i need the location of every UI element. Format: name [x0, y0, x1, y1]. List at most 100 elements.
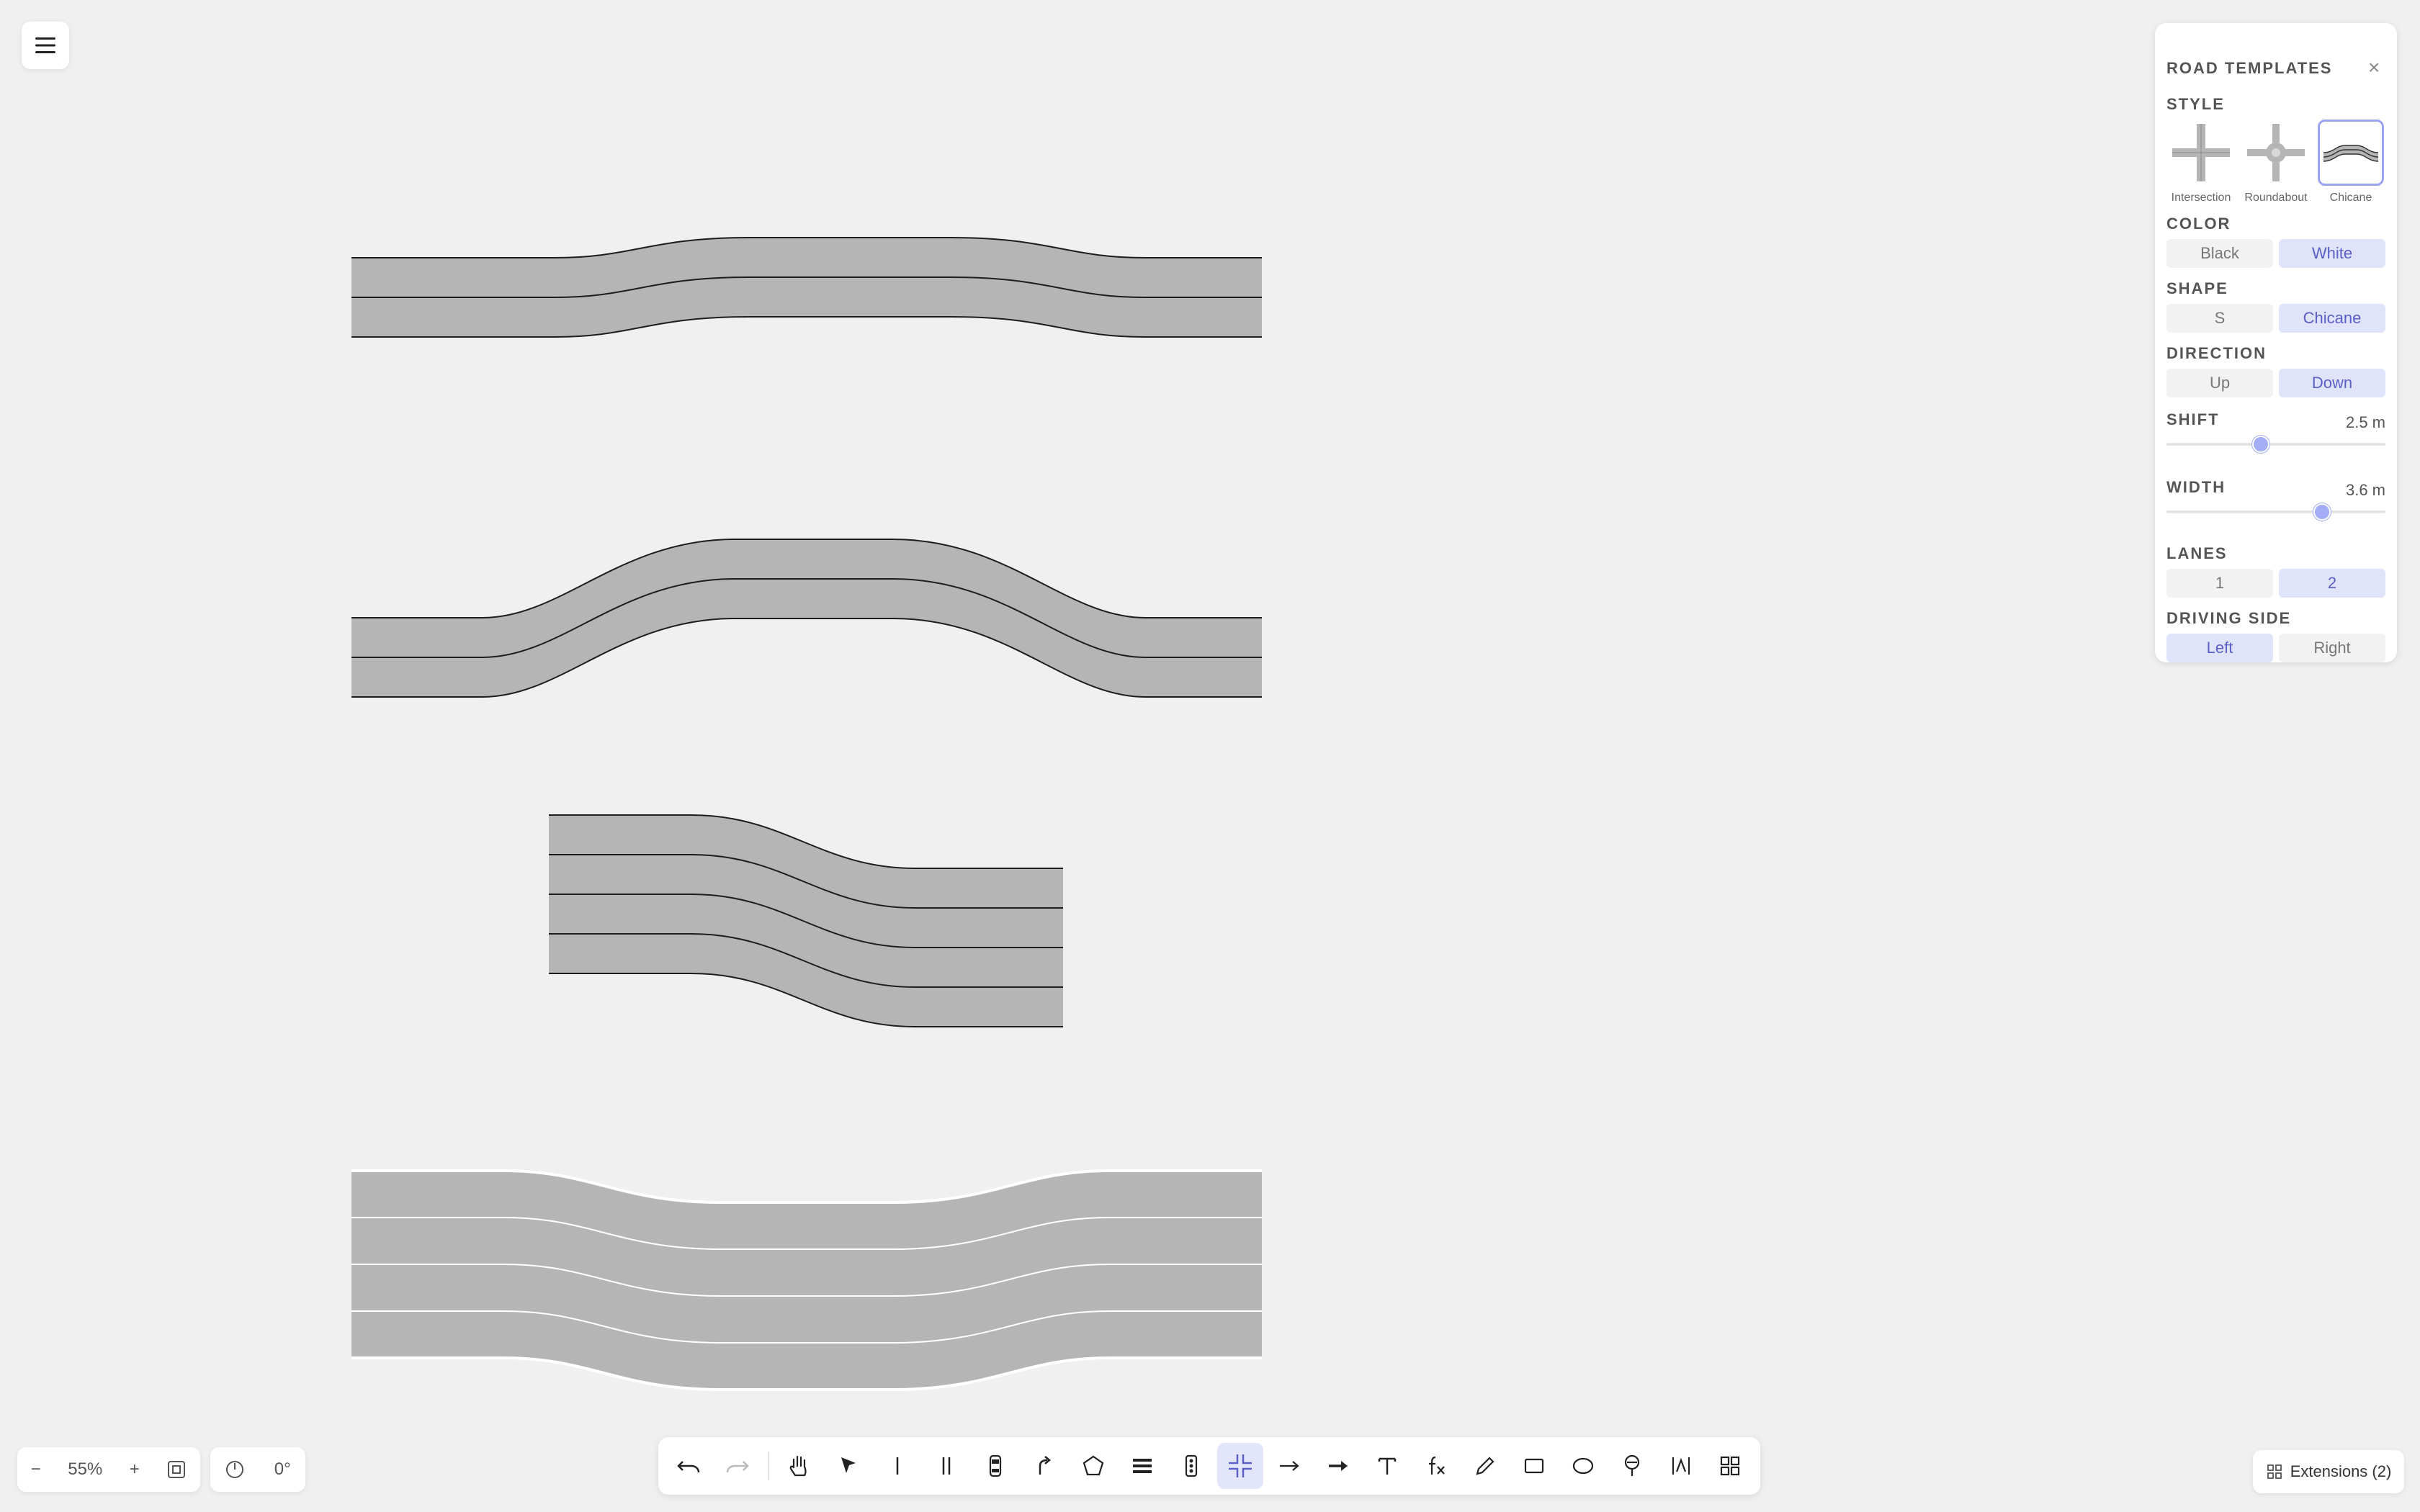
redo-icon: [726, 1461, 749, 1473]
roundabout-icon: [2247, 124, 2305, 181]
style-option-chicane[interactable]: Chicane: [2316, 120, 2385, 206]
road-template-icon: [1229, 1454, 1252, 1477]
grid-apps-icon: [1720, 1456, 1740, 1476]
road-chicane-down-wide[interactable]: [351, 1169, 1262, 1391]
zoom-out-button[interactable]: −: [31, 1459, 41, 1480]
driving-side-toggle: Left Right: [2166, 634, 2385, 662]
shape-s-button[interactable]: S: [2166, 304, 2273, 333]
driving-side-right-button[interactable]: Right: [2279, 634, 2385, 662]
fit-to-screen-icon[interactable]: [166, 1459, 187, 1480]
rectangle-icon: [1524, 1458, 1544, 1474]
sign-icon: [1624, 1454, 1640, 1476]
extensions-button[interactable]: Extensions (2): [2253, 1450, 2404, 1493]
main-menu-button[interactable]: [22, 22, 69, 69]
panel-title: ROAD TEMPLATES: [2166, 59, 2333, 77]
main-toolbar: [658, 1437, 1760, 1495]
slider-track: [2166, 510, 2385, 513]
function-icon: [1429, 1456, 1445, 1475]
measure-icon: [1672, 1457, 1690, 1475]
redo-button[interactable]: [714, 1443, 761, 1489]
zoom-controls: − 55% +: [17, 1447, 200, 1492]
lanes-label: LANES: [2166, 544, 2228, 562]
road-templates-panel: ROAD TEMPLATES × STYLE Intersection Roun…: [2155, 23, 2397, 662]
rotation-controls: 0°: [210, 1447, 305, 1492]
direction-up-button[interactable]: Up: [2166, 369, 2273, 397]
lanes-2-button[interactable]: 2: [2279, 569, 2385, 598]
road-chicane-up-large[interactable]: [351, 539, 1262, 698]
direction-down-button[interactable]: Down: [2279, 369, 2385, 397]
arrow-bold-tool-button[interactable]: [1315, 1443, 1361, 1489]
traffic-light-icon: [1185, 1454, 1198, 1477]
driving-side-label: DRIVING SIDE: [2166, 609, 2292, 627]
pencil-tool-button[interactable]: [1462, 1443, 1508, 1489]
hand-tool-icon: [789, 1455, 807, 1477]
arrow-thin-icon: [1280, 1461, 1299, 1471]
color-black-button[interactable]: Black: [2166, 239, 2273, 268]
ellipse-icon: [1572, 1457, 1594, 1475]
shape-chicane-button[interactable]: Chicane: [2279, 304, 2385, 333]
double-line-tool-button[interactable]: [923, 1443, 969, 1489]
curved-path-icon: [1039, 1456, 1051, 1475]
direction-label: DIRECTION: [2166, 344, 2267, 362]
style-option-label: Roundabout: [2244, 192, 2308, 204]
width-slider[interactable]: [2166, 501, 2385, 523]
text-icon: [1378, 1457, 1397, 1475]
rectangle-tool-button[interactable]: [1511, 1443, 1557, 1489]
select-arrow-icon: [841, 1457, 856, 1473]
road-chicane-up-white[interactable]: [351, 237, 1262, 338]
color-toggle: Black White: [2166, 239, 2385, 268]
color-white-button[interactable]: White: [2279, 239, 2385, 268]
undo-icon: [677, 1461, 700, 1473]
arrow-bold-icon: [1329, 1461, 1348, 1471]
zoom-level[interactable]: 55%: [68, 1459, 102, 1480]
ellipse-tool-button[interactable]: [1560, 1443, 1606, 1489]
text-tool-button[interactable]: [1364, 1443, 1410, 1489]
lanes-1-button[interactable]: 1: [2166, 569, 2273, 598]
intersection-icon: [2172, 124, 2230, 181]
car-tool-button[interactable]: [972, 1443, 1018, 1489]
extensions-label: Extensions (2): [2290, 1462, 2392, 1480]
style-option-label: Chicane: [2329, 192, 2372, 204]
lanes-icon: [1133, 1459, 1152, 1473]
width-slider-thumb[interactable]: [2313, 503, 2331, 521]
pencil-icon: [1476, 1457, 1494, 1475]
shift-slider[interactable]: [2166, 433, 2385, 455]
measure-tool-button[interactable]: [1658, 1443, 1704, 1489]
style-option-intersection[interactable]: Intersection: [2166, 120, 2236, 206]
color-label: COLOR: [2166, 215, 2231, 233]
double-line-icon: [942, 1457, 951, 1475]
select-tool-button[interactable]: [825, 1443, 871, 1489]
lanes-tool-button[interactable]: [1119, 1443, 1165, 1489]
more-tools-button[interactable]: [1707, 1443, 1753, 1489]
single-line-icon: [896, 1457, 899, 1475]
compass-icon[interactable]: [225, 1459, 245, 1480]
style-label: STYLE: [2166, 95, 2225, 113]
shift-value: 2.5 m: [2345, 413, 2385, 431]
style-option-roundabout[interactable]: Roundabout: [2241, 120, 2311, 206]
driving-side-left-button[interactable]: Left: [2166, 634, 2273, 662]
sign-tool-button[interactable]: [1609, 1443, 1655, 1489]
shift-slider-thumb[interactable]: [2251, 436, 2269, 453]
toolbar-divider: [768, 1452, 769, 1480]
rotation-value[interactable]: 0°: [274, 1459, 291, 1480]
slider-track: [2166, 443, 2385, 446]
close-icon[interactable]: ×: [2362, 56, 2385, 79]
curved-path-tool-button[interactable]: [1021, 1443, 1067, 1489]
single-line-tool-button[interactable]: [874, 1443, 920, 1489]
road-template-tool-button[interactable]: [1217, 1443, 1263, 1489]
undo-button[interactable]: [666, 1443, 712, 1489]
lanes-toggle: 1 2: [2166, 569, 2385, 598]
road-s-curve-down[interactable]: [549, 814, 1063, 1027]
drawing-canvas[interactable]: [0, 0, 2420, 1512]
direction-toggle: Up Down: [2166, 369, 2385, 397]
hand-tool-button[interactable]: [776, 1443, 823, 1489]
style-options: Intersection Roundabout Chicane: [2166, 120, 2385, 206]
arrow-thin-tool-button[interactable]: [1266, 1443, 1312, 1489]
polygon-icon: [1083, 1455, 1104, 1476]
zoom-in-button[interactable]: +: [130, 1459, 140, 1480]
style-option-label: Intersection: [2171, 192, 2231, 204]
shift-label: SHIFT: [2166, 410, 2220, 428]
function-tool-button[interactable]: [1413, 1443, 1459, 1489]
traffic-light-tool-button[interactable]: [1168, 1443, 1214, 1489]
polygon-tool-button[interactable]: [1070, 1443, 1116, 1489]
